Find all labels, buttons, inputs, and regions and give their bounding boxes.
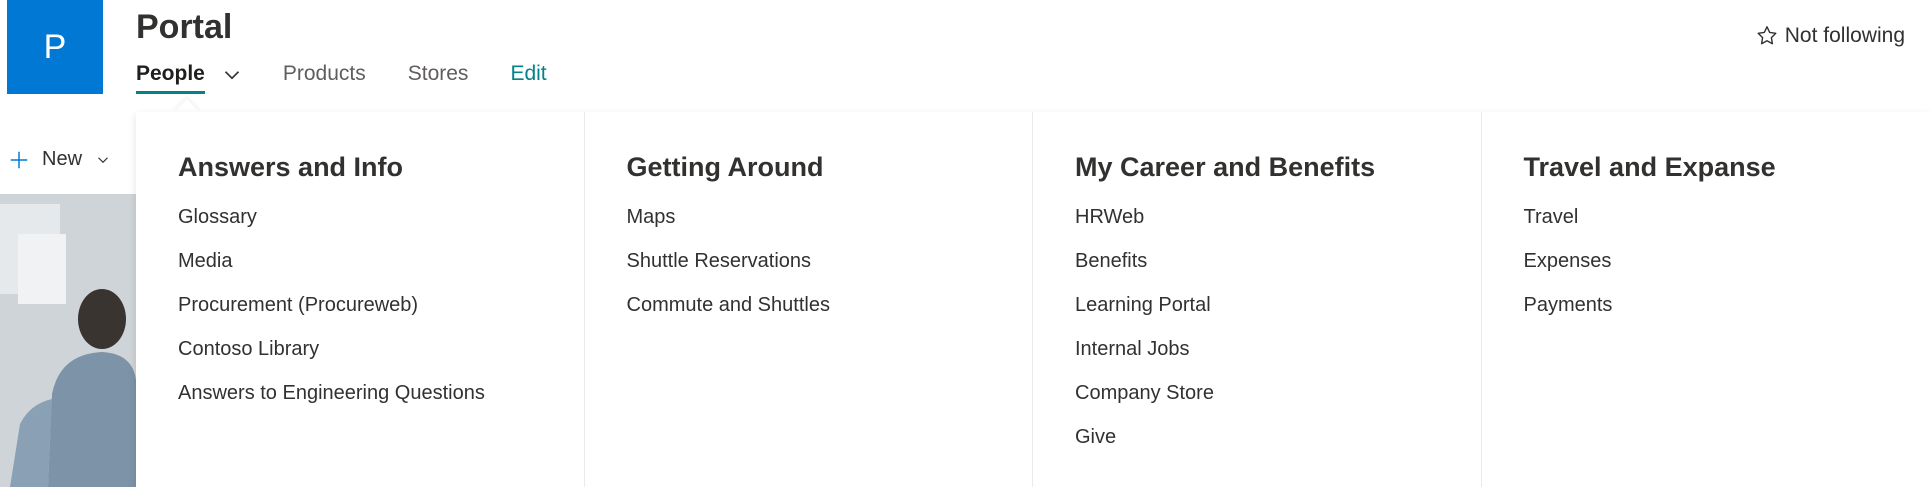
menu-column-travel: Travel and Expanse Travel Expenses Payme…	[1482, 112, 1930, 487]
top-navigation: People Products Stores Edit	[136, 62, 589, 94]
star-icon	[1757, 26, 1777, 45]
new-button-label: New	[42, 148, 83, 170]
menu-link[interactable]: Expenses	[1524, 247, 1930, 291]
menu-link[interactable]: Learning Portal	[1075, 291, 1481, 335]
nav-edit-link[interactable]: Edit	[510, 62, 546, 92]
new-button[interactable]: New	[8, 148, 112, 171]
nav-item-products[interactable]: Products	[283, 62, 366, 92]
menu-column-answers: Answers and Info Glossary Media Procurem…	[136, 112, 585, 487]
person-photo	[0, 194, 136, 487]
column-heading: Getting Around	[626, 152, 824, 182]
hero-image	[0, 194, 136, 487]
menu-link[interactable]: Contoso Library	[178, 335, 584, 379]
column-heading: My Career and Benefits	[1075, 152, 1376, 182]
follow-button[interactable]: Not following	[1755, 24, 1905, 48]
menu-link[interactable]: Answers to Engineering Questions	[178, 379, 584, 423]
menu-column-getting-around: Getting Around Maps Shuttle Reservations…	[585, 112, 1033, 487]
menu-link[interactable]: Internal Jobs	[1075, 335, 1481, 379]
menu-link[interactable]: Procurement (Procureweb)	[178, 291, 584, 335]
menu-link[interactable]: HRWeb	[1075, 203, 1481, 247]
nav-item-stores[interactable]: Stores	[408, 62, 469, 92]
follow-label: Not following	[1784, 24, 1905, 47]
menu-link[interactable]: Glossary	[178, 203, 584, 247]
site-logo-letter: P	[43, 27, 67, 66]
column-heading: Answers and Info	[178, 152, 404, 182]
column-heading: Travel and Expanse	[1523, 152, 1776, 182]
menu-link[interactable]: Commute and Shuttles	[627, 291, 1033, 335]
menu-link[interactable]: Payments	[1524, 291, 1930, 335]
site-logo[interactable]: P	[7, 0, 103, 94]
menu-link[interactable]: Give	[1075, 423, 1481, 467]
menu-link[interactable]: Media	[178, 247, 584, 291]
site-title[interactable]: Portal	[136, 8, 232, 47]
menu-link[interactable]: Company Store	[1075, 379, 1481, 423]
menu-link[interactable]: Travel	[1524, 203, 1930, 247]
nav-item-people[interactable]: People	[136, 62, 205, 94]
chevron-down-icon[interactable]	[219, 62, 245, 88]
menu-column-career: My Career and Benefits HRWeb Benefits Le…	[1033, 112, 1482, 487]
menu-link[interactable]: Maps	[627, 203, 1033, 247]
plus-icon	[10, 151, 28, 168]
chevron-down-icon	[98, 156, 108, 163]
mega-menu: Answers and Info Glossary Media Procurem…	[136, 112, 1930, 487]
menu-link[interactable]: Benefits	[1075, 247, 1481, 291]
menu-link[interactable]: Shuttle Reservations	[627, 247, 1033, 291]
